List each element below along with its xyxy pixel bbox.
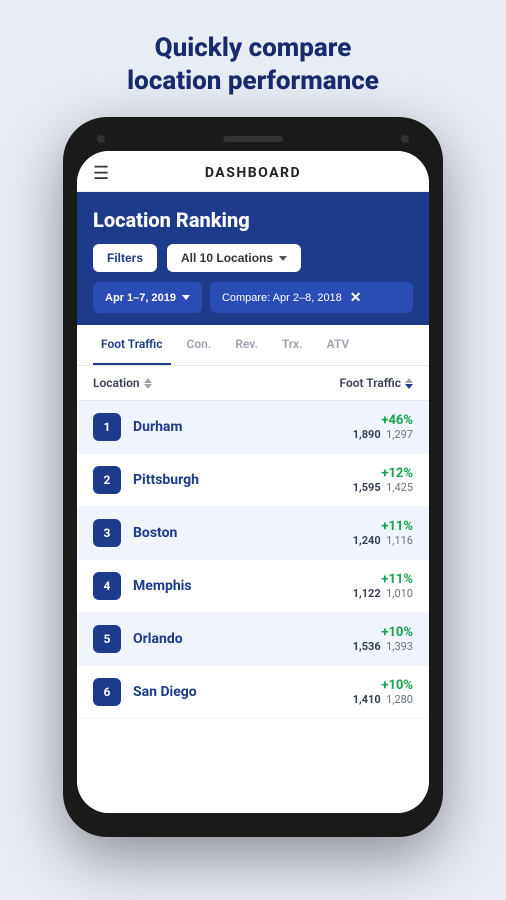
column-foot-traffic: Foot Traffic bbox=[339, 376, 413, 390]
sort-arrows-location[interactable] bbox=[144, 378, 152, 389]
row-left: 2 Pittsburgh bbox=[93, 466, 199, 494]
location-name: San Diego bbox=[133, 684, 197, 700]
location-name: Durham bbox=[133, 419, 183, 435]
pct-change: +10% bbox=[353, 625, 413, 640]
row-right: +11% 1,240 1,116 bbox=[353, 519, 413, 547]
menu-icon[interactable]: ☰ bbox=[93, 163, 109, 184]
tab-rev[interactable]: Rev. bbox=[227, 325, 266, 365]
rank-badge: 6 bbox=[93, 678, 121, 706]
traffic-values: 1,536 1,393 bbox=[353, 640, 413, 653]
traffic-values: 1,890 1,297 bbox=[353, 428, 413, 441]
table-header-row: Location Foot Traffic bbox=[77, 366, 429, 401]
pct-change: +11% bbox=[353, 572, 413, 587]
dashboard-title: DASHBOARD bbox=[205, 165, 301, 181]
column-location: Location bbox=[93, 376, 152, 390]
phone-shell: ☰ DASHBOARD Location Ranking Filters All… bbox=[63, 117, 443, 837]
main-content: Location Ranking Filters All 10 Location… bbox=[77, 192, 429, 813]
ranking-header: Location Ranking Filters All 10 Location… bbox=[77, 192, 429, 325]
traffic-values: 1,595 1,425 bbox=[353, 481, 413, 494]
table-row[interactable]: 1 Durham +46% 1,890 1,297 bbox=[77, 401, 429, 454]
rank-badge: 5 bbox=[93, 625, 121, 653]
phone-notch bbox=[77, 131, 429, 151]
tab-atv[interactable]: ATV bbox=[319, 325, 358, 365]
rank-badge: 1 bbox=[93, 413, 121, 441]
date-range-button[interactable]: Apr 1–7, 2019 bbox=[93, 282, 202, 313]
location-name: Pittsburgh bbox=[133, 472, 199, 488]
row-left: 1 Durham bbox=[93, 413, 183, 441]
table-row[interactable]: 4 Memphis +11% 1,122 1,010 bbox=[77, 560, 429, 613]
page-headline: Quickly compare location performance bbox=[87, 0, 419, 117]
location-name: Boston bbox=[133, 525, 177, 541]
traffic-values: 1,240 1,116 bbox=[353, 534, 413, 547]
locations-dropdown[interactable]: All 10 Locations bbox=[167, 244, 301, 272]
pct-change: +12% bbox=[353, 466, 413, 481]
row-right: +10% 1,410 1,280 bbox=[353, 678, 413, 706]
pct-change: +46% bbox=[353, 413, 413, 428]
compare-button[interactable]: Compare: Apr 2–8, 2018 ✕ bbox=[210, 282, 413, 313]
row-right: +10% 1,536 1,393 bbox=[353, 625, 413, 653]
row-left: 4 Memphis bbox=[93, 572, 192, 600]
tab-trx[interactable]: Trx. bbox=[274, 325, 311, 365]
sort-arrows-traffic[interactable] bbox=[405, 378, 413, 389]
camera-right bbox=[401, 135, 409, 143]
row-left: 5 Orlando bbox=[93, 625, 183, 653]
phone-screen: ☰ DASHBOARD Location Ranking Filters All… bbox=[77, 151, 429, 813]
table-row[interactable]: 2 Pittsburgh +12% 1,595 1,425 bbox=[77, 454, 429, 507]
chevron-down-icon bbox=[279, 256, 287, 261]
location-name: Orlando bbox=[133, 631, 183, 647]
table-row[interactable]: 5 Orlando +10% 1,536 1,393 bbox=[77, 613, 429, 666]
tab-foot-traffic[interactable]: Foot Traffic bbox=[93, 325, 171, 365]
close-icon[interactable]: ✕ bbox=[350, 289, 362, 306]
row-right: +12% 1,595 1,425 bbox=[353, 466, 413, 494]
row-right: +46% 1,890 1,297 bbox=[353, 413, 413, 441]
traffic-values: 1,410 1,280 bbox=[353, 693, 413, 706]
table-row[interactable]: 3 Boston +11% 1,240 1,116 bbox=[77, 507, 429, 560]
chevron-down-icon-date bbox=[182, 295, 190, 300]
camera-left bbox=[97, 135, 105, 143]
rank-badge: 3 bbox=[93, 519, 121, 547]
traffic-values: 1,122 1,010 bbox=[353, 587, 413, 600]
filter-row: Filters All 10 Locations bbox=[93, 244, 413, 272]
table-row[interactable]: 6 San Diego +10% 1,410 1,280 bbox=[77, 666, 429, 719]
row-left: 6 San Diego bbox=[93, 678, 197, 706]
filters-button[interactable]: Filters bbox=[93, 244, 157, 272]
row-right: +11% 1,122 1,010 bbox=[353, 572, 413, 600]
table-body: 1 Durham +46% 1,890 1,297 2 Pittsburgh +… bbox=[77, 401, 429, 719]
pct-change: +10% bbox=[353, 678, 413, 693]
phone-speaker bbox=[223, 136, 283, 142]
row-left: 3 Boston bbox=[93, 519, 177, 547]
rank-badge: 2 bbox=[93, 466, 121, 494]
ranking-title: Location Ranking bbox=[93, 208, 413, 232]
tabs-row: Foot Traffic Con. Rev. Trx. ATV bbox=[77, 325, 429, 366]
location-table: Location Foot Traffic bbox=[77, 366, 429, 813]
location-name: Memphis bbox=[133, 578, 192, 594]
rank-badge: 4 bbox=[93, 572, 121, 600]
pct-change: +11% bbox=[353, 519, 413, 534]
top-bar: ☰ DASHBOARD bbox=[77, 151, 429, 192]
tab-con[interactable]: Con. bbox=[179, 325, 220, 365]
date-row: Apr 1–7, 2019 Compare: Apr 2–8, 2018 ✕ bbox=[93, 282, 413, 313]
